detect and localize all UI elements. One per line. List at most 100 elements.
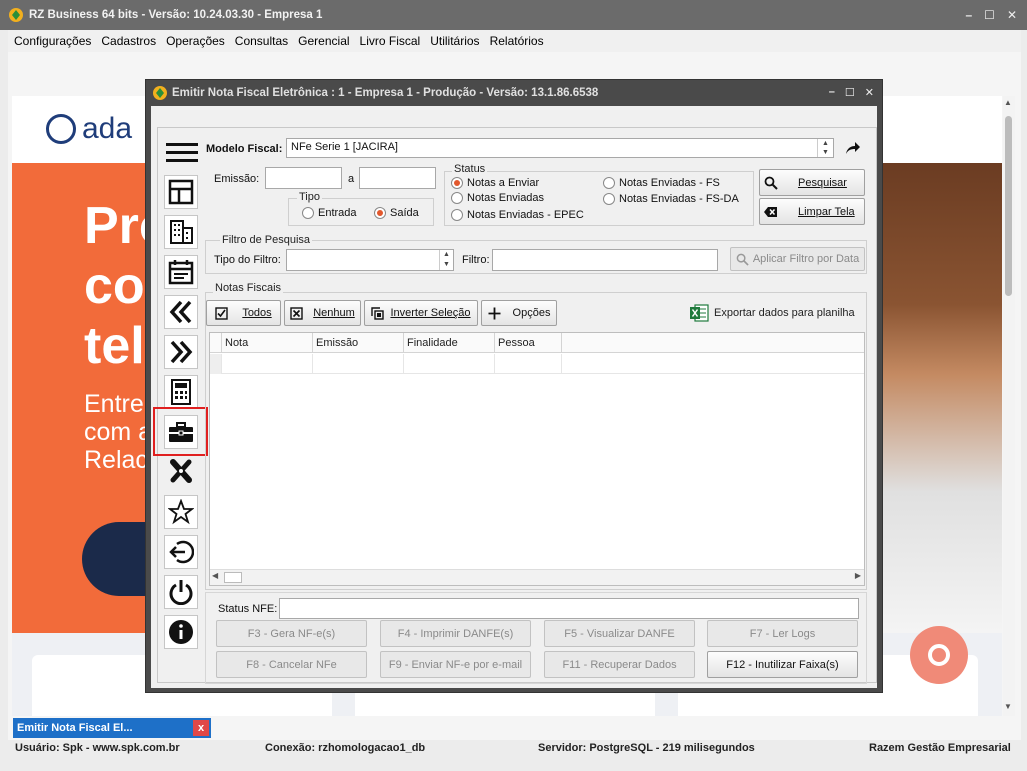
exportar-planilha-button[interactable]: Exportar dados para planilha [690,304,855,322]
rz-logo-icon [9,8,23,22]
scroll-thumb[interactable] [224,572,242,583]
app-titlebar: RZ Business 64 bits - Versão: 10.24.03.3… [0,0,1027,30]
filtro-input[interactable] [492,249,718,271]
close-icon[interactable]: ✕ [1007,8,1017,22]
status-notas-a-enviar-radio[interactable]: Notas a Enviar [451,177,539,189]
status-notas-enviadas-radio[interactable]: Notas Enviadas [451,192,544,204]
f8-cancelar-nfe-button[interactable]: F8 - Cancelar NFe [216,651,367,678]
table-row[interactable] [210,354,864,374]
opcoes-button[interactable]: Opções [481,300,557,326]
scroll-down-icon[interactable]: ▼ [1004,702,1012,711]
menu-configuracoes[interactable]: Configurações [14,34,91,48]
nenhum-button[interactable]: Nenhum [284,300,361,326]
double-chevron-left-icon[interactable] [164,295,198,329]
f4-imprimir-danfe-button[interactable]: F4 - Imprimir DANFE(s) [380,620,531,647]
menu-livro-fiscal[interactable]: Livro Fiscal [360,34,421,48]
menu-relatorios[interactable]: Relatórios [490,34,544,48]
inverter-selecao-button[interactable]: Inverter Seleção [364,300,478,326]
dialog-title: Emitir Nota Fiscal Eletrônica : 1 - Empr… [172,87,599,99]
column-emissao[interactable]: Emissão [313,333,404,353]
chat-icon [928,644,950,666]
f3-gera-nfe-button[interactable]: F3 - Gera NF-e(s) [216,620,367,647]
building-icon[interactable] [164,215,198,249]
invert-selection-icon [371,306,385,320]
scroll-right-icon[interactable]: ▶ [855,571,861,580]
tipo-saida-radio[interactable]: Saída [374,207,419,219]
status-conexao: Conexão: rzhomologacao1_db [265,742,426,754]
close-icon[interactable]: ✕ [865,86,874,99]
f5-visualizar-danfe-button[interactable]: F5 - Visualizar DANFE [544,620,695,647]
tipo-entrada-radio[interactable]: Entrada [302,207,357,219]
status-notas-enviadas-fs-da-radio[interactable]: Notas Enviadas - FS-DA [603,193,739,205]
website-logo-icon [46,114,76,144]
tipo-title: Tipo [297,191,322,203]
double-chevron-right-icon[interactable] [164,335,198,369]
tools-icon[interactable] [164,455,198,489]
checkbox-checked-icon [215,306,229,320]
f7-ler-logs-button[interactable]: F7 - Ler Logs [707,620,858,647]
status-nfe-field [279,598,859,619]
menu-utilitarios[interactable]: Utilitários [430,34,479,48]
column-finalidade[interactable]: Finalidade [404,333,495,353]
radio-selected-icon [374,207,386,219]
radio-icon [451,209,463,221]
menu-consultas[interactable]: Consultas [235,34,288,48]
minimize-icon[interactable]: – [965,8,972,22]
column-nota[interactable]: Nota [222,333,313,353]
emissao-from-input[interactable] [265,167,342,189]
spin-icon[interactable]: ▲ ▼ [439,250,453,270]
logout-icon[interactable] [164,535,198,569]
f9-enviar-email-button[interactable]: F9 - Enviar NF-e por e-mail [380,651,531,678]
menu-cadastros[interactable]: Cadastros [101,34,156,48]
highlight-box [153,407,208,456]
status-empresa: Razem Gestão Empresarial [869,742,1011,754]
grid-horizontal-scrollbar[interactable]: ◀ ▶ [210,569,864,585]
power-icon[interactable] [164,575,198,609]
notas-grid[interactable]: Nota Emissão Finalidade Pessoa ◀ ▶ [209,332,865,586]
todos-button[interactable]: Todos [206,300,281,326]
calendar-icon[interactable] [164,255,198,289]
search-icon [764,176,778,190]
plus-icon [488,307,501,319]
tipo-filtro-select[interactable]: ▲ ▼ [286,249,454,271]
column-pessoa[interactable]: Pessoa [495,333,562,353]
f12-inutilizar-faixa-button[interactable]: F12 - Inutilizar Faixa(s) [707,651,858,678]
scroll-thumb[interactable] [1005,116,1012,296]
emissao-label: Emissão: [214,173,260,185]
aplicar-filtro-button[interactable]: Aplicar Filtro por Data [730,247,865,271]
menu-operacoes[interactable]: Operações [166,34,225,48]
pesquisar-button[interactable]: Pesquisar [759,169,865,196]
website-logo: ada [46,112,132,146]
notas-fiscais-title: Notas Fiscais [213,282,284,294]
close-icon[interactable]: x [193,720,209,736]
scroll-left-icon[interactable]: ◀ [212,571,218,580]
share-arrow-icon[interactable] [845,141,861,155]
emissao-separator: a [348,173,355,185]
hero-subtext: Entre com a Relac [84,390,153,474]
radio-icon [302,207,314,219]
modelo-fiscal-select[interactable]: NFe Serie 1 [JACIRA] ▲ ▼ [286,138,834,158]
taskbar-emitir-nfe[interactable]: Emitir Nota Fiscal El... x [13,718,211,738]
menu-icon[interactable] [165,141,199,165]
menu-gerencial[interactable]: Gerencial [298,34,349,48]
layout-icon[interactable] [164,175,198,209]
status-notas-enviadas-fs-radio[interactable]: Notas Enviadas - FS [603,177,720,189]
page-scrollbar[interactable]: ▲ ▼ [1003,96,1015,716]
chat-button[interactable] [910,626,968,684]
status-notas-enviadas-epec-radio[interactable]: Notas Enviadas - EPEC [451,209,584,221]
emissao-to-input[interactable] [359,167,436,189]
maximize-icon[interactable]: ☐ [845,86,855,99]
radio-icon [603,193,615,205]
maximize-icon[interactable]: ☐ [984,8,995,22]
star-icon[interactable] [164,495,198,529]
minimize-icon[interactable]: – [829,86,835,99]
info-icon[interactable] [164,615,198,649]
calculator-icon[interactable] [164,375,198,409]
f11-recuperar-dados-button[interactable]: F11 - Recuperar Dados [544,651,695,678]
excel-icon [690,304,709,322]
limpar-tela-button[interactable]: Limpar Tela [759,198,865,225]
status-servidor: Servidor: PostgreSQL - 219 milisegundos [538,742,755,754]
spin-icon[interactable]: ▲ ▼ [817,139,833,157]
scroll-up-icon[interactable]: ▲ [1004,98,1012,107]
tipo-filtro-label: Tipo do Filtro: [214,254,281,266]
